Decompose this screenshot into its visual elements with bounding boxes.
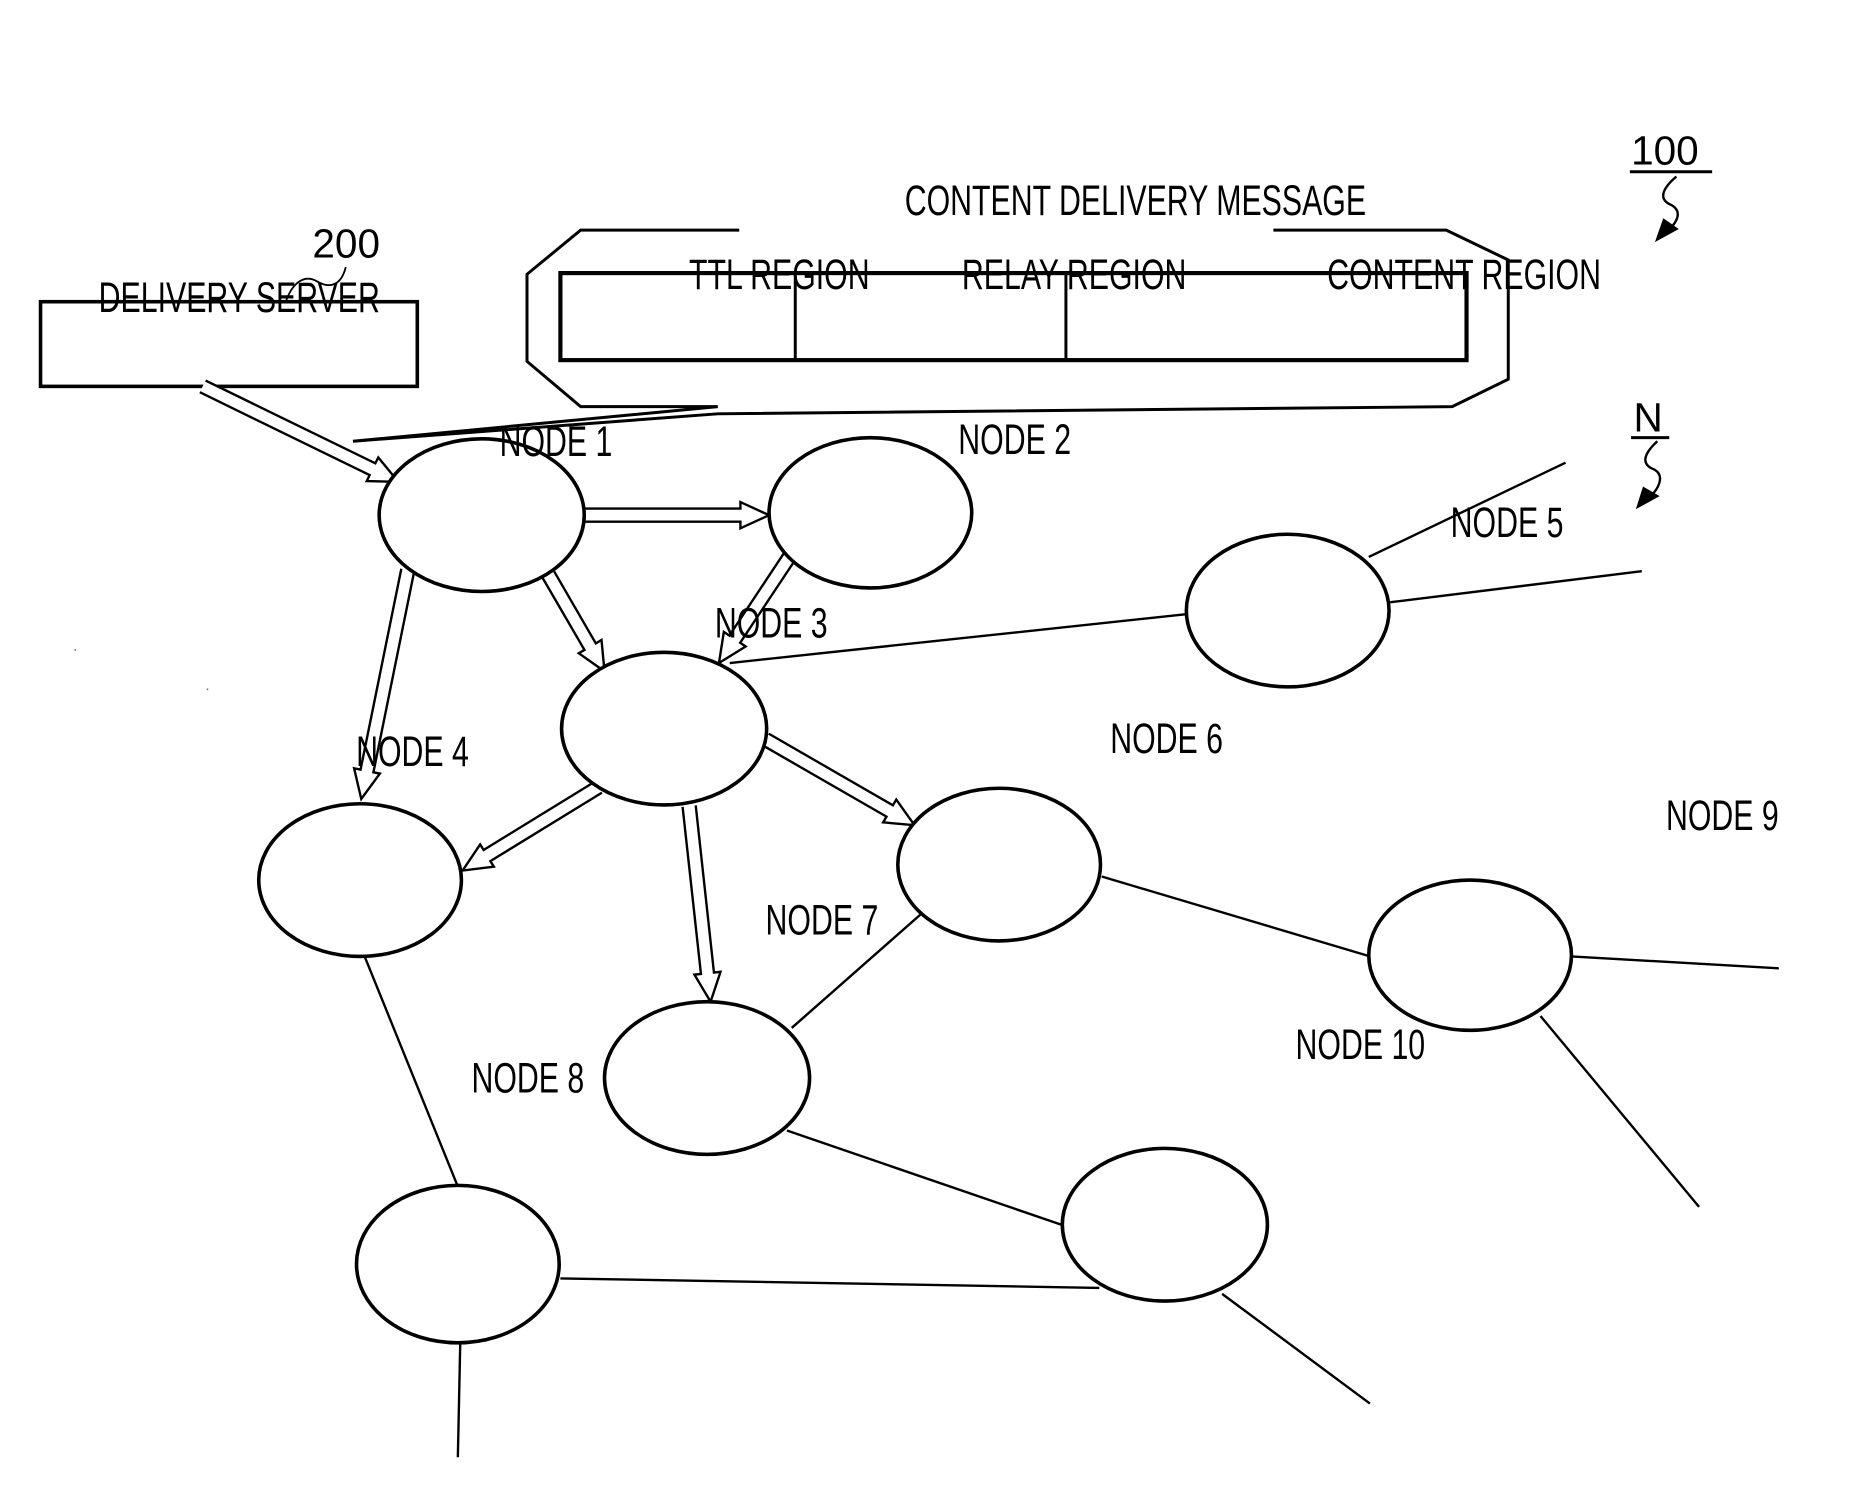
relay-region-label: RELAY REGION: [962, 251, 1187, 298]
link-n8-n10: [560, 1277, 1100, 1290]
delivery-arrow-n1-to-n3: [541, 570, 606, 674]
node-label: NODE 10: [1296, 1021, 1426, 1068]
network-ref-label: N: [1633, 395, 1662, 441]
delivery-server-label: DELIVERY SERVER: [99, 274, 380, 321]
delivery-arrow-n3-to-n6: [761, 732, 917, 827]
node-label: NODE 3: [715, 599, 828, 646]
node-ellipse: [1060, 1146, 1270, 1303]
node-ellipse: [896, 786, 1103, 943]
node-10: NODE 10: [1060, 1021, 1426, 1303]
node-ellipse: [354, 1183, 561, 1345]
node-3: NODE 3: [559, 599, 828, 807]
server-ref-label: 200: [312, 221, 380, 267]
delivery-server: 200 DELIVERY SERVER: [38, 221, 420, 389]
delivery-arrow-n3-to-n7: [681, 805, 723, 1005]
node-label: NODE 2: [958, 416, 1071, 463]
network-reference: N: [1631, 395, 1670, 510]
node-7: NODE 7: [602, 896, 879, 1157]
system-ref-label: 100: [1631, 128, 1699, 174]
node-ellipse: [559, 650, 769, 807]
content-region-label: CONTENT REGION: [1327, 251, 1601, 298]
node-label: NODE 1: [500, 418, 613, 465]
node-label: NODE 7: [766, 896, 879, 943]
delivery-arrow-n3-to-n4: [460, 780, 603, 873]
link-n7-n10: [786, 1129, 1066, 1228]
node-ellipse: [1184, 532, 1391, 689]
link-n6-n9: [1101, 875, 1371, 958]
node-ellipse: [767, 435, 974, 590]
ttl-region-label: TTL REGION: [689, 251, 870, 298]
node-8: NODE 8: [354, 1055, 584, 1345]
content-delivery-message: CONTENT DELIVERY MESSAGE TTL REGION RELA…: [352, 177, 1601, 443]
link-n10-out: [1221, 1292, 1371, 1405]
speck: [206, 688, 209, 691]
node-9: NODE 9: [1366, 792, 1779, 1033]
node-1: NODE 1: [377, 418, 613, 594]
message-title: CONTENT DELIVERY MESSAGE: [905, 177, 1366, 224]
node-ellipse: [1366, 878, 1574, 1033]
speck: [74, 648, 77, 651]
link-n9-out: [1571, 955, 1779, 970]
link-n5-out: [1390, 570, 1642, 604]
node-label: NODE 8: [471, 1055, 584, 1102]
link-n8-out: [456, 1343, 462, 1458]
link-n9-out: [1539, 1015, 1700, 1208]
node-label: NODE 5: [1451, 499, 1564, 546]
system-reference: 100: [1629, 128, 1713, 243]
node-ellipse: [602, 999, 812, 1157]
node-2: NODE 2: [767, 416, 1071, 590]
node-label: NODE 6: [1110, 715, 1223, 762]
delivery-arrow-n1-to-n2: [584, 500, 772, 531]
node-4: NODE 4: [256, 728, 469, 959]
delivery-arrow-server-to-n1: [199, 379, 401, 484]
node-label: NODE 4: [356, 728, 469, 775]
node-ellipse: [256, 801, 464, 959]
node-6: NODE 6: [896, 715, 1223, 943]
network-diagram: 100 N 200 DELIVERY SERVER CONTENT DELIVE…: [38, 128, 1779, 1458]
node-5: NODE 5: [1184, 499, 1564, 689]
node-label: NODE 9: [1666, 792, 1779, 839]
link-n4-n8: [362, 953, 459, 1188]
nodes-layer: NODE 1 NODE 2 NODE 3 NODE 4 NODE 5 NODE 6 NODE…: [256, 416, 1779, 1345]
